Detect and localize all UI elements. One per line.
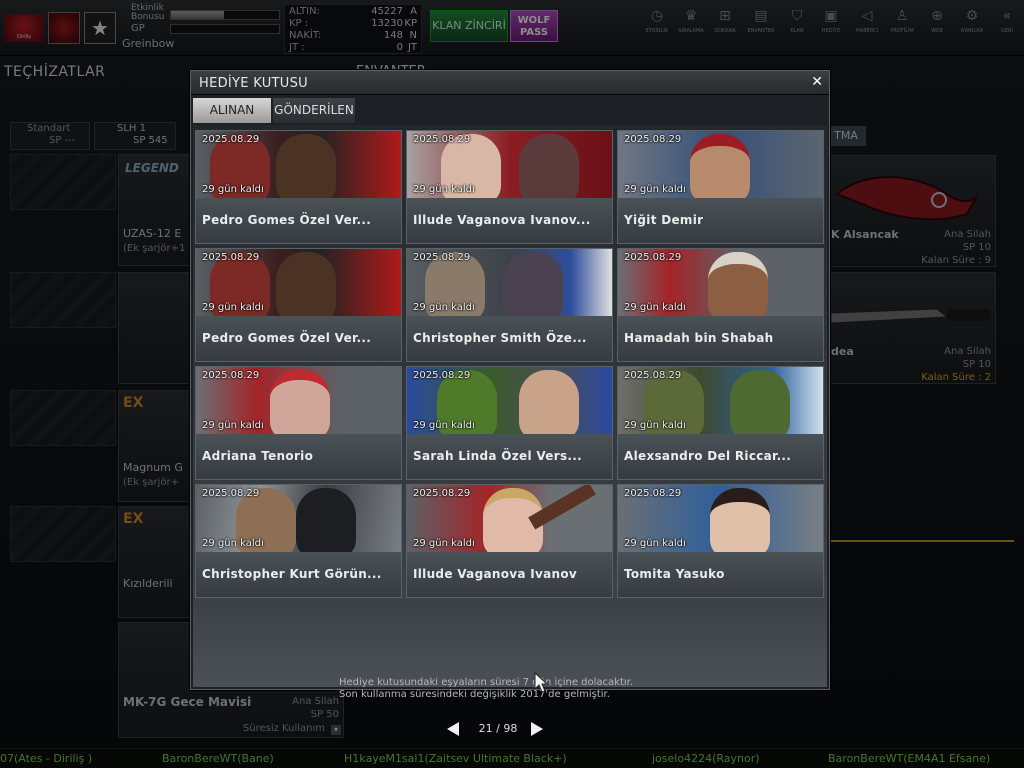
gift-remaining: 29 gün kaldı — [413, 538, 475, 549]
gift-date: 2025.08.29 — [413, 252, 471, 263]
page-indicator: 21 / 98 — [478, 722, 518, 735]
gift-name: Sarah Linda Özel Vers... — [413, 449, 582, 463]
gift-remaining: 29 gün kaldı — [624, 420, 686, 431]
gift-item[interactable]: 2025.08.29 29 gün kaldı Pedro Gomes Özel… — [195, 130, 402, 244]
gift-date: 2025.08.29 — [624, 252, 682, 263]
gift-name: Pedro Gomes Özel Ver... — [202, 213, 372, 227]
dialog-title: HEDİYE KUTUSU — [199, 76, 308, 91]
prev-page-icon[interactable] — [447, 722, 459, 736]
gift-remaining: 29 gün kaldı — [202, 538, 264, 549]
gift-remaining: 29 gün kaldı — [413, 302, 475, 313]
portrait — [503, 252, 563, 316]
gift-item[interactable]: 2025.08.29 29 gün kaldı Yiğit Demir — [617, 130, 824, 244]
gift-name: Christopher Smith Öze... — [413, 331, 587, 345]
gift-remaining: 29 gün kaldı — [202, 184, 264, 195]
portrait — [519, 370, 579, 434]
gift-name: Alexsandro Del Riccar... — [624, 449, 792, 463]
gift-date: 2025.08.29 — [202, 252, 260, 263]
game-screen: Diriliş ★ Etkinlik Bonusu GP Greinbow AL… — [0, 0, 1024, 768]
notice-line: Son kullanma süresindeki değişiklik 2017… — [339, 689, 610, 700]
gift-remaining: 29 gün kaldı — [202, 420, 264, 431]
portrait — [276, 134, 336, 198]
portrait — [296, 488, 356, 552]
gift-date: 2025.08.29 — [624, 488, 682, 499]
gift-name: Illude Vaganova Ivanov — [413, 567, 578, 581]
gift-date: 2025.08.29 — [202, 370, 260, 381]
gift-item[interactable]: 2025.08.29 29 gün kaldı Illude Vaganova … — [406, 130, 613, 244]
gift-remaining: 29 gün kaldı — [624, 184, 686, 195]
gift-date: 2025.08.29 — [413, 370, 471, 381]
notice-line: Hediye kutusundaki eşyaların süresi 7 gü… — [339, 677, 634, 688]
gift-name: Illude Vaganova Ivanov... — [413, 213, 591, 227]
tab-sent[interactable]: GÖNDERİLEN — [273, 98, 355, 123]
portrait — [276, 252, 336, 316]
gift-name: Christopher Kurt Görün... — [202, 567, 382, 581]
gift-item[interactable]: 2025.08.29 29 gün kaldı Alexsandro Del R… — [617, 366, 824, 480]
gift-name: Tomita Yasuko — [624, 567, 725, 581]
gift-item[interactable]: 2025.08.29 29 gün kaldı Pedro Gomes Özel… — [195, 248, 402, 362]
gift-date: 2025.08.29 — [413, 488, 471, 499]
gift-item[interactable]: 2025.08.29 29 gün kaldı Christopher Kurt… — [195, 484, 402, 598]
gift-remaining: 29 gün kaldı — [202, 302, 264, 313]
gift-item[interactable]: 2025.08.29 29 gün kaldı Sarah Linda Özel… — [406, 366, 613, 480]
gift-item[interactable]: 2025.08.29 29 gün kaldı Illude Vaganova … — [406, 484, 613, 598]
dialog-header: HEDİYE KUTUSU ✕ — [191, 71, 829, 95]
gift-date: 2025.08.29 — [624, 134, 682, 145]
gift-name: Yiğit Demir — [624, 213, 704, 227]
gift-remaining: 29 gün kaldı — [413, 184, 475, 195]
gift-date: 2025.08.29 — [413, 134, 471, 145]
gift-item[interactable]: 2025.08.29 29 gün kaldı Hamadah bin Shab… — [617, 248, 824, 362]
expiry-notice: Hediye kutusundaki eşyaların süresi 7 gü… — [339, 677, 633, 701]
gift-name: Adriana Tenorio — [202, 449, 314, 463]
gift-remaining: 29 gün kaldı — [624, 302, 686, 313]
portrait — [730, 370, 790, 434]
tab-received[interactable]: ALINAN — [193, 98, 271, 123]
gift-grid: 2025.08.29 29 gün kaldı Pedro Gomes Özel… — [193, 125, 827, 736]
gift-name: Pedro Gomes Özel Ver... — [202, 331, 372, 345]
gift-date: 2025.08.29 — [624, 370, 682, 381]
close-icon[interactable]: ✕ — [811, 74, 823, 90]
portrait — [519, 134, 579, 198]
gift-remaining: 29 gün kaldı — [413, 420, 475, 431]
gift-box-dialog: HEDİYE KUTUSU ✕ ALINAN GÖNDERİLEN 2025.0… — [190, 70, 830, 736]
pagination: 21 / 98 — [447, 720, 547, 740]
gift-item[interactable]: 2025.08.29 29 gün kaldı Adriana Tenorio — [195, 366, 402, 480]
portrait — [710, 488, 770, 552]
gift-date: 2025.08.29 — [202, 488, 260, 499]
gift-item[interactable]: 2025.08.29 29 gün kaldı Christopher Smit… — [406, 248, 613, 362]
mouse-cursor-icon — [534, 672, 549, 693]
gift-item[interactable]: 2025.08.29 29 gün kaldı Tomita Yasuko — [617, 484, 824, 598]
next-page-icon[interactable] — [531, 722, 543, 736]
gift-name: Hamadah bin Shabah — [624, 331, 774, 345]
gift-date: 2025.08.29 — [202, 134, 260, 145]
portrait — [708, 252, 768, 316]
portrait — [270, 370, 330, 434]
portrait — [690, 134, 750, 198]
gift-remaining: 29 gün kaldı — [624, 538, 686, 549]
